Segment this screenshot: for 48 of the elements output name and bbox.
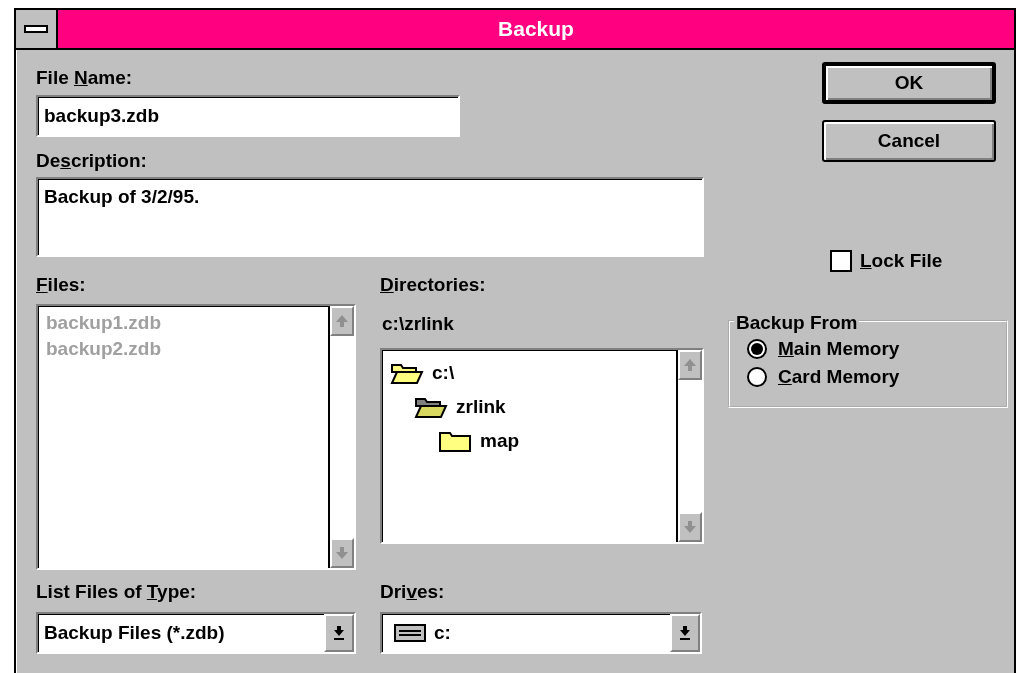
directory-item[interactable]: map [390, 424, 668, 458]
scroll-up-button[interactable] [330, 305, 354, 336]
lock-file-checkbox[interactable] [830, 250, 852, 272]
dropdown-button[interactable] [670, 614, 700, 652]
current-path: c:\zrlink [382, 311, 455, 336]
up-arrow-icon [683, 357, 697, 373]
open-folder-icon [390, 361, 424, 385]
description-field[interactable]: Backup of 3/2/95. [36, 177, 704, 257]
scroll-down-button[interactable] [678, 512, 702, 542]
down-arrow-icon [683, 519, 697, 535]
dialog-button[interactable]: Cancel [822, 120, 996, 162]
directory-item[interactable]: c:\ [390, 356, 668, 390]
field-label: Files: [36, 274, 86, 296]
dialog-button[interactable]: OK [822, 62, 996, 104]
open-folder-icon [414, 395, 448, 419]
field-label: Description: [36, 149, 147, 172]
directory-item[interactable]: zrlink [390, 390, 668, 424]
directory-name: map [480, 428, 520, 453]
dropdown-button[interactable] [324, 614, 354, 652]
scrollbar[interactable] [676, 350, 702, 542]
combo-value: c: [434, 620, 451, 645]
bar-icon [24, 25, 48, 33]
dropdown-arrow-icon [678, 625, 692, 641]
radio-label: Main Memory [778, 338, 900, 360]
field-label: File Name: [36, 67, 133, 89]
window-title: Backup [497, 16, 575, 42]
dropdown-arrow-icon [332, 625, 346, 641]
directory-name: zrlink [456, 394, 506, 419]
radio-button[interactable] [746, 366, 768, 388]
directory-name: c:\ [432, 360, 455, 385]
file-name-field[interactable]: backup3.zdb [36, 94, 460, 137]
combo-value: Backup Files (*.zdb) [43, 620, 225, 645]
radio-button[interactable] [746, 338, 768, 360]
radio-label: Card Memory [778, 366, 900, 388]
scrollbar[interactable] [328, 305, 354, 568]
folder-icon [438, 429, 472, 453]
field-label: Drives: [380, 580, 445, 603]
scroll-up-button[interactable] [678, 350, 702, 380]
drive-icon [394, 624, 426, 642]
drive-dropdown[interactable]: c: [380, 612, 702, 654]
file-type-dropdown[interactable]: Backup Files (*.zdb) [36, 612, 356, 654]
directory-list[interactable]: c:\ zrlink map [380, 348, 704, 544]
checkbox-label: Lock File [860, 250, 943, 272]
field-label: List Files of Type: [36, 580, 197, 603]
scroll-down-button[interactable] [330, 537, 354, 568]
system-menu-button[interactable] [16, 10, 58, 48]
down-arrow-icon [335, 544, 349, 561]
field-label: Directories: [380, 274, 486, 296]
